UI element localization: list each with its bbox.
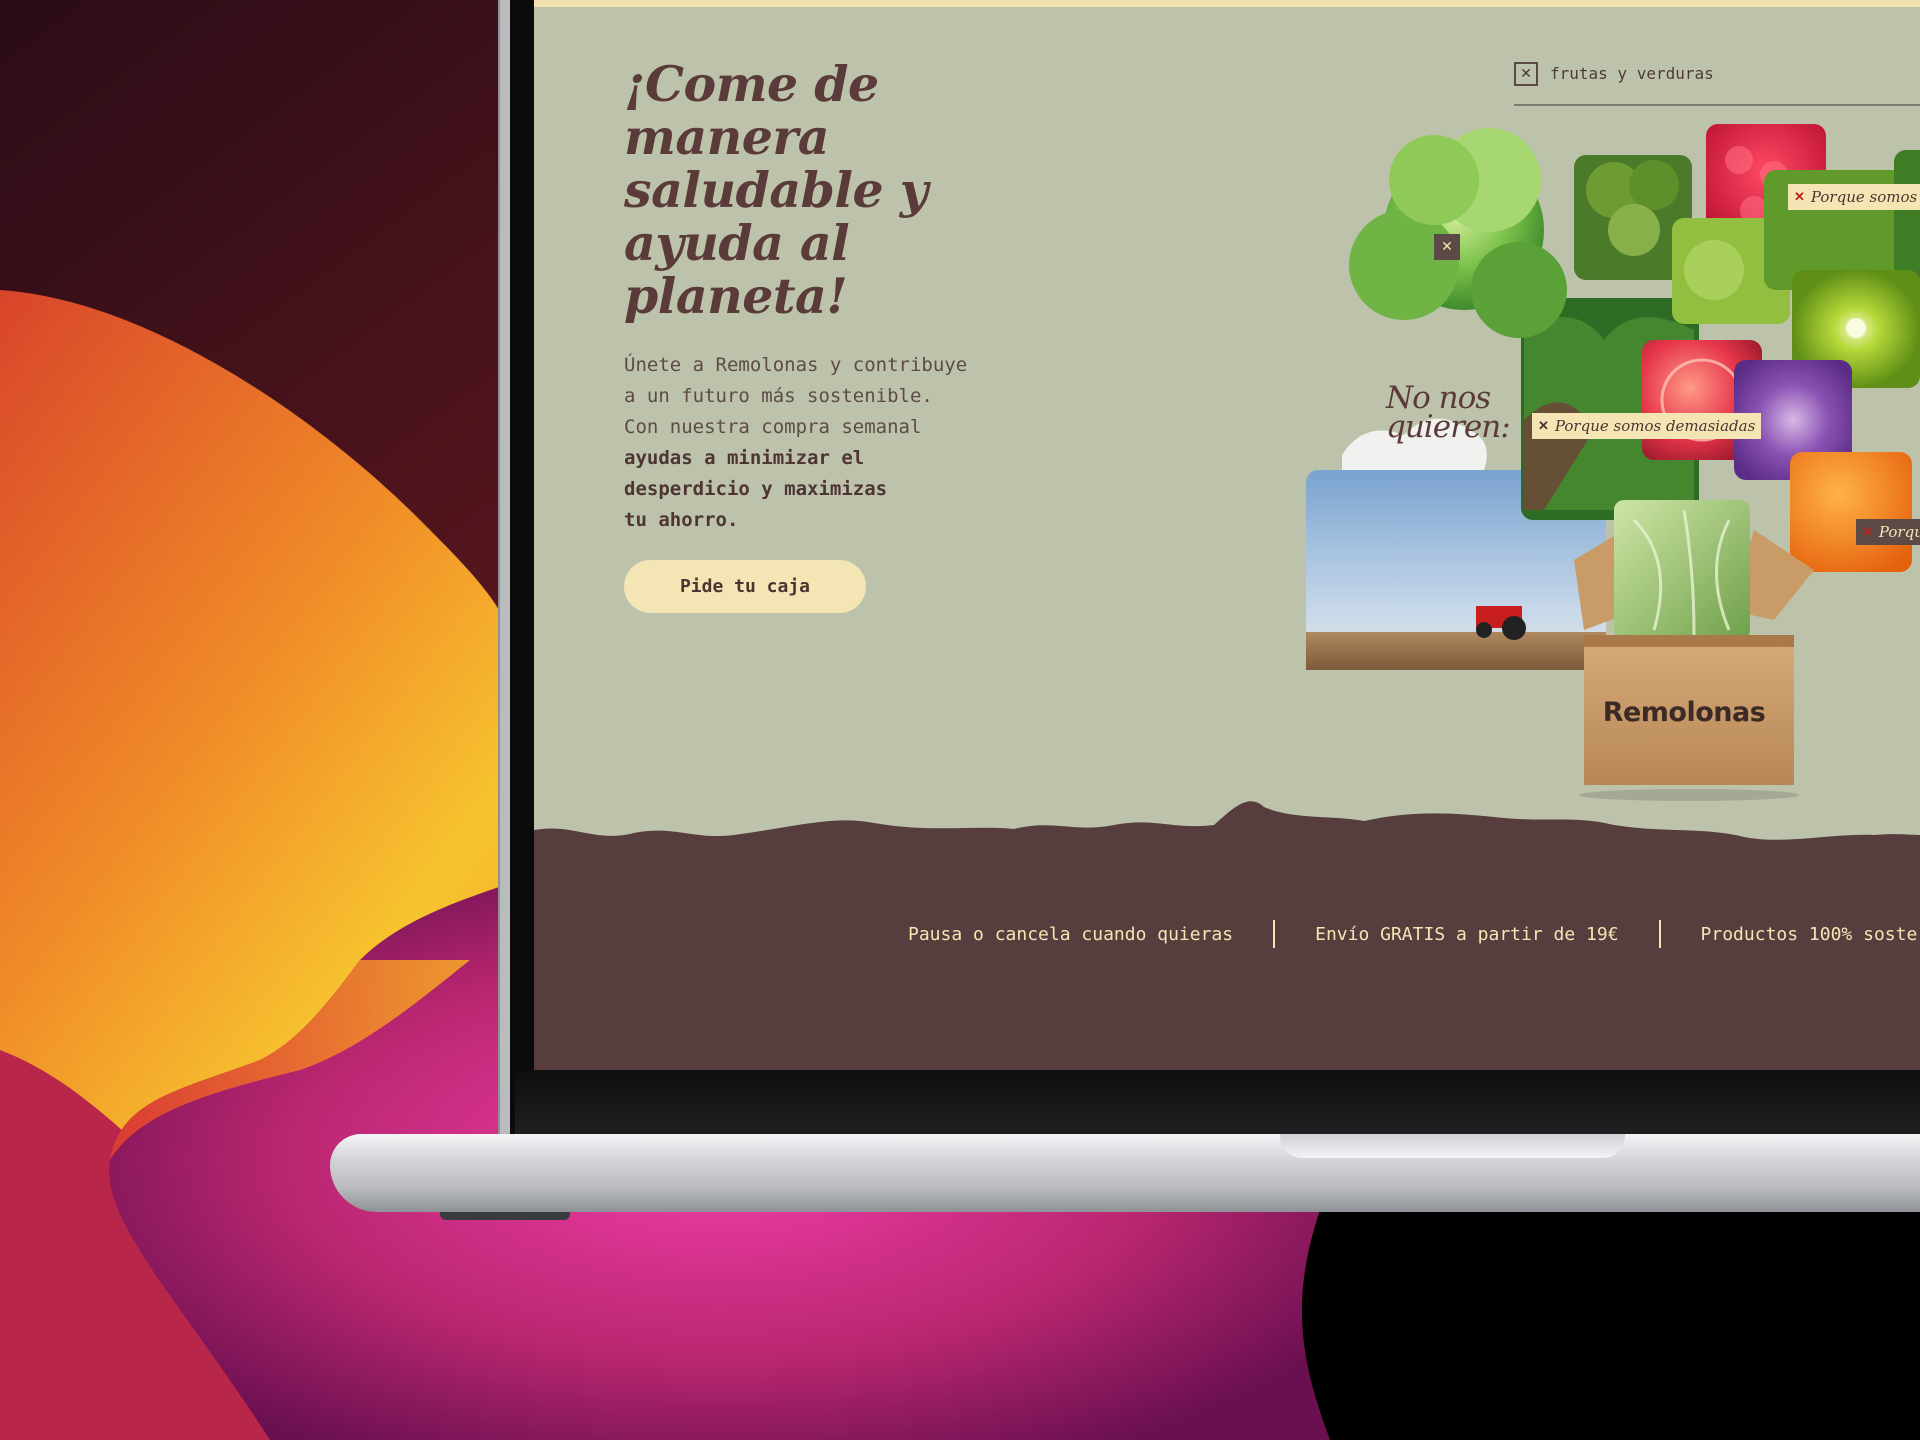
close-icon[interactable]: ✕ [1538, 419, 1549, 434]
torn-paper-edge [534, 801, 1920, 855]
laptop-foot [440, 1212, 570, 1220]
benefit-item: Productos 100% soste [1700, 923, 1918, 945]
reason-tag: ✕ Porque somos pe [1788, 184, 1920, 210]
benefits-bar: Pausa o cancela cuando quieras Envío GRA… [908, 920, 1920, 948]
reason-tag-text: Porque somos pe [1810, 188, 1920, 206]
orange-photo [1790, 452, 1912, 572]
reason-tag: ✕ Porqu [1856, 519, 1920, 545]
website-screen: ¡Come de manera saludable y ayuda al pla… [534, 0, 1920, 1070]
reason-tag: ✕ Porque somos demasiadas [1532, 413, 1762, 439]
laptop-base [330, 1134, 1920, 1212]
remolonas-box [1574, 500, 1814, 801]
close-icon[interactable]: ✕ [1434, 234, 1460, 260]
close-icon[interactable]: ✕ [1862, 525, 1873, 540]
collage-heading: No nos quieren: [1386, 383, 1511, 445]
benefits-band [534, 850, 1920, 1070]
reason-tag-text: Porque somos demasiadas [1554, 417, 1756, 435]
benefit-item: Pausa o cancela cuando quieras [908, 923, 1234, 945]
close-icon[interactable]: ✕ [1794, 190, 1805, 205]
reason-tag-text: Porqu [1878, 523, 1920, 541]
box-brand-logo: Remolonas [1602, 697, 1766, 728]
lettuce-photo [1349, 128, 1567, 338]
benefit-item: Envío GRATIS a partir de 19€ [1315, 923, 1619, 945]
laptop-hinge [515, 1070, 1920, 1134]
laptop-notch [1280, 1134, 1625, 1158]
collage-heading-line: quieren: [1386, 409, 1511, 445]
